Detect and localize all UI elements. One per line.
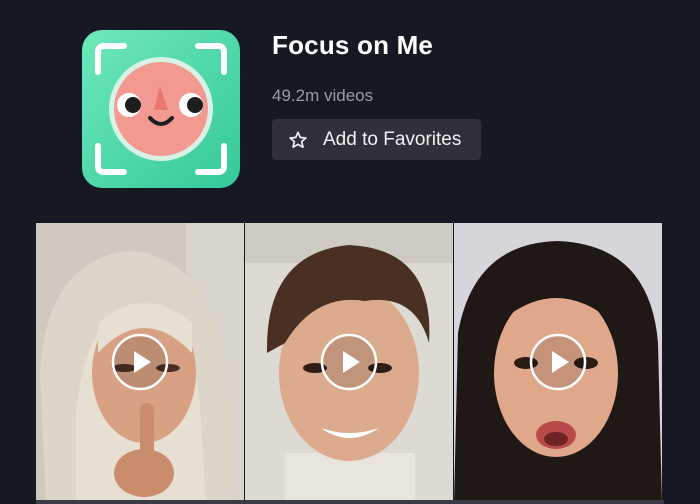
play-icon [111, 333, 169, 391]
video-card[interactable] [36, 223, 244, 504]
video-grid [36, 223, 664, 504]
effect-page: Focus on Me 49.2m videos Add to Favorite… [0, 0, 700, 504]
effect-title: Focus on Me [272, 30, 434, 60]
grid-divider [36, 500, 664, 504]
play-icon [320, 333, 378, 391]
add-to-favorites-label: Add to Favorites [323, 128, 462, 150]
video-card[interactable] [245, 223, 453, 504]
video-card[interactable] [454, 223, 662, 504]
star-outline-icon [288, 130, 308, 150]
focus-face-icon [82, 30, 240, 188]
play-icon [529, 333, 587, 391]
add-to-favorites-button[interactable]: Add to Favorites [272, 119, 481, 160]
video-count: 49.2m videos [272, 86, 374, 105]
